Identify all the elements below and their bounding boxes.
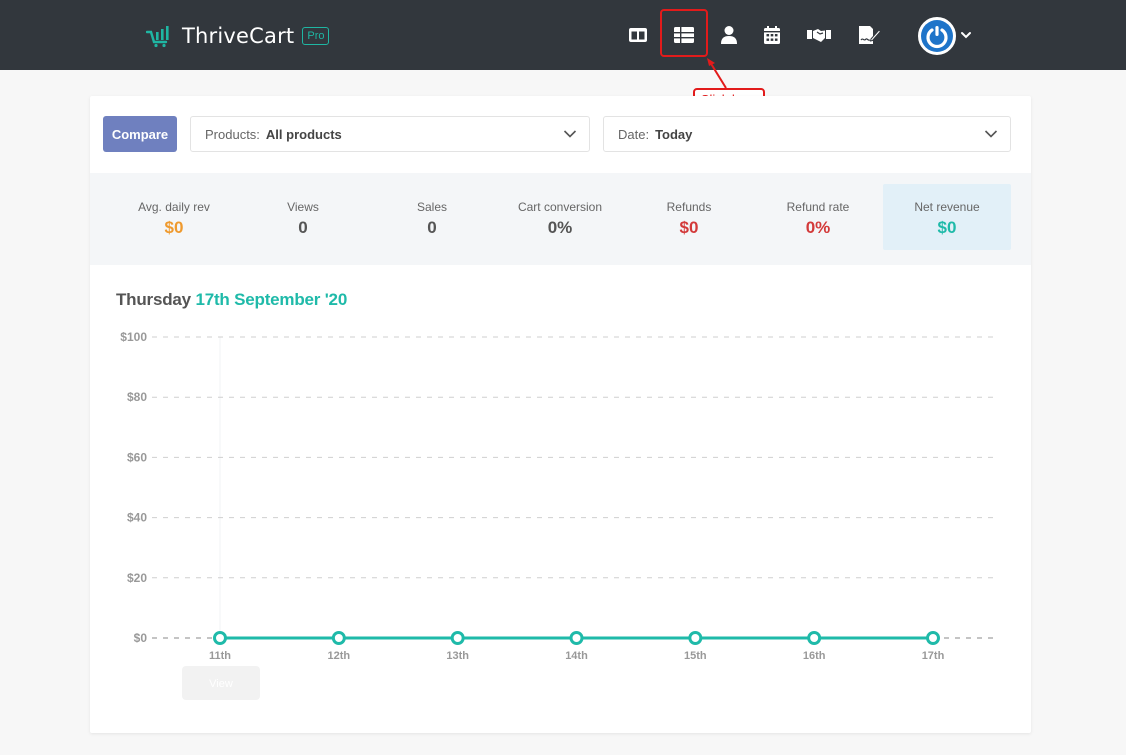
data-point	[569, 631, 584, 645]
power-logo	[921, 20, 953, 52]
x-tick-label: 16th	[803, 650, 826, 662]
chart-title-date: 17th September '20	[195, 290, 348, 309]
data-point	[213, 631, 227, 645]
x-tick-label: 14th	[565, 650, 588, 662]
stat-refunds[interactable]: Refunds $0	[625, 184, 753, 250]
stat-value: 0	[427, 218, 437, 237]
nav-calendar[interactable]	[759, 22, 785, 48]
handshake-icon	[807, 29, 831, 42]
x-tick-label: 12th	[328, 650, 351, 662]
brand-name: ThriveCart	[182, 24, 295, 48]
y-tick-label: $40	[127, 511, 147, 525]
stat-value: $0	[679, 218, 699, 237]
x-tick-label: 17th	[922, 650, 945, 662]
nav-contracts[interactable]	[856, 22, 882, 48]
stat-label: Cart conversion	[517, 200, 603, 214]
stat-label: Refunds	[666, 200, 712, 214]
stat-label: Sales	[416, 200, 448, 214]
stat-refund-rate[interactable]: Refund rate 0%	[754, 184, 882, 250]
stat-cart-conversion[interactable]: Cart conversion 0%	[496, 184, 624, 250]
data-point	[331, 631, 346, 645]
signature-icon	[859, 26, 881, 44]
user-icon	[721, 26, 737, 44]
products-label: Products:	[205, 126, 260, 142]
x-tick-label: 11th	[209, 650, 231, 662]
data-point	[688, 631, 703, 645]
stat-avg-daily-rev[interactable]: Avg. daily rev $0	[110, 184, 238, 250]
data-point	[450, 631, 465, 645]
date-label: Date:	[618, 126, 650, 142]
stat-value: 0%	[547, 218, 573, 237]
products-value: All products	[265, 126, 342, 142]
stat-views[interactable]: Views 0	[239, 184, 367, 250]
stat-label: Avg. daily rev	[138, 200, 210, 214]
data-point	[926, 631, 940, 645]
y-tick-label: $100	[120, 330, 147, 344]
products-select[interactable]: Products: All products	[190, 116, 590, 152]
y-tick-label: $60	[127, 450, 147, 464]
cart-logo-icon	[146, 26, 169, 48]
stat-label: Views	[287, 200, 319, 214]
date-select[interactable]: Date: Today	[603, 116, 1011, 152]
pro-badge: Pro	[302, 27, 330, 45]
stat-label: Refund rate	[786, 200, 850, 214]
stat-value: 0%	[805, 218, 831, 237]
x-tick-label: 13th	[446, 650, 469, 662]
revenue-line-chart: $100 $80 $60 $40 $20 $0 11th 12th 13th 14th 15th 16…	[120, 330, 993, 700]
account-avatar[interactable]	[918, 17, 956, 55]
nav-customers[interactable]	[716, 22, 742, 48]
calendar-icon	[764, 26, 780, 44]
tooltip-label: View	[209, 678, 233, 690]
stat-value: $0	[937, 218, 957, 237]
chevron-down-icon	[563, 130, 577, 138]
stat-label: Net revenue	[914, 200, 980, 214]
columns-icon	[629, 28, 647, 42]
chart-title: Thursday 17th September '20	[116, 290, 347, 310]
stat-value: 0	[298, 218, 308, 237]
stat-sales[interactable]: Sales 0	[368, 184, 496, 250]
stat-net-revenue[interactable]: Net revenue $0	[883, 184, 1011, 250]
date-value: Today	[655, 126, 693, 142]
nav-dashboard-columns[interactable]	[625, 22, 651, 48]
chevron-down-icon	[984, 130, 998, 138]
y-tick-label: $0	[134, 631, 148, 645]
stat-value: $0	[164, 218, 184, 237]
chart-title-day: Thursday	[116, 290, 191, 309]
highlight-box	[660, 9, 708, 57]
chevron-down-icon[interactable]	[960, 30, 972, 40]
power-icon	[926, 26, 948, 49]
top-navigation-bar: ThriveCart Pro	[0, 0, 1126, 70]
y-tick-label: $80	[127, 390, 147, 404]
y-tick-label: $20	[127, 571, 147, 585]
nav-affiliates[interactable]	[806, 22, 832, 48]
data-point	[807, 631, 822, 645]
x-tick-label: 15th	[684, 650, 707, 662]
compare-button[interactable]: Compare	[103, 116, 177, 152]
thrivecart-logo[interactable]: ThriveCart Pro	[146, 22, 330, 50]
